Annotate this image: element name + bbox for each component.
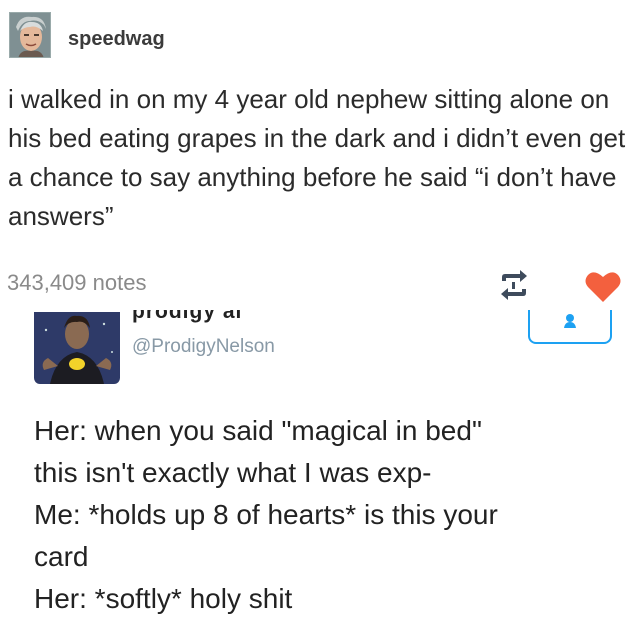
- tweet-handle[interactable]: @ProdigyNelson: [132, 336, 275, 358]
- user-avatar[interactable]: [9, 12, 51, 58]
- like-button[interactable]: [584, 270, 622, 304]
- follow-user-icon: [564, 314, 576, 328]
- follow-button[interactable]: [528, 310, 612, 344]
- tweet-line: this isn't exactly what I was exp-: [34, 457, 432, 488]
- tweet-avatar[interactable]: [34, 312, 120, 384]
- tweet-line: Her: when you said "magical in bed": [34, 415, 482, 446]
- post-username[interactable]: speedwag: [68, 28, 165, 51]
- tumblr-post: speedwag i walked in on my 4 year old ne…: [0, 0, 640, 310]
- reblog-button[interactable]: [496, 268, 532, 302]
- heart-icon: [585, 272, 621, 302]
- tweet-screenshot: prodigy al @ProdigyNelson Her: when you …: [0, 310, 640, 640]
- tweet-text: Her: when you said "magical in bed" this…: [34, 410, 624, 620]
- tweet-line: Me: *holds up 8 of hearts* is this your: [34, 499, 498, 530]
- notes-count[interactable]: 343,409 notes: [7, 270, 146, 296]
- post-body: i walked in on my 4 year old nephew sitt…: [8, 84, 626, 231]
- reblog-icon: [501, 270, 527, 300]
- tweet-line: Her: *softly* holy shit: [34, 583, 293, 614]
- tweet-display-name[interactable]: prodigy al: [132, 310, 242, 324]
- avatar-icon: [10, 13, 50, 57]
- profile-picture-icon: [34, 312, 120, 384]
- tweet-line: card: [34, 541, 89, 572]
